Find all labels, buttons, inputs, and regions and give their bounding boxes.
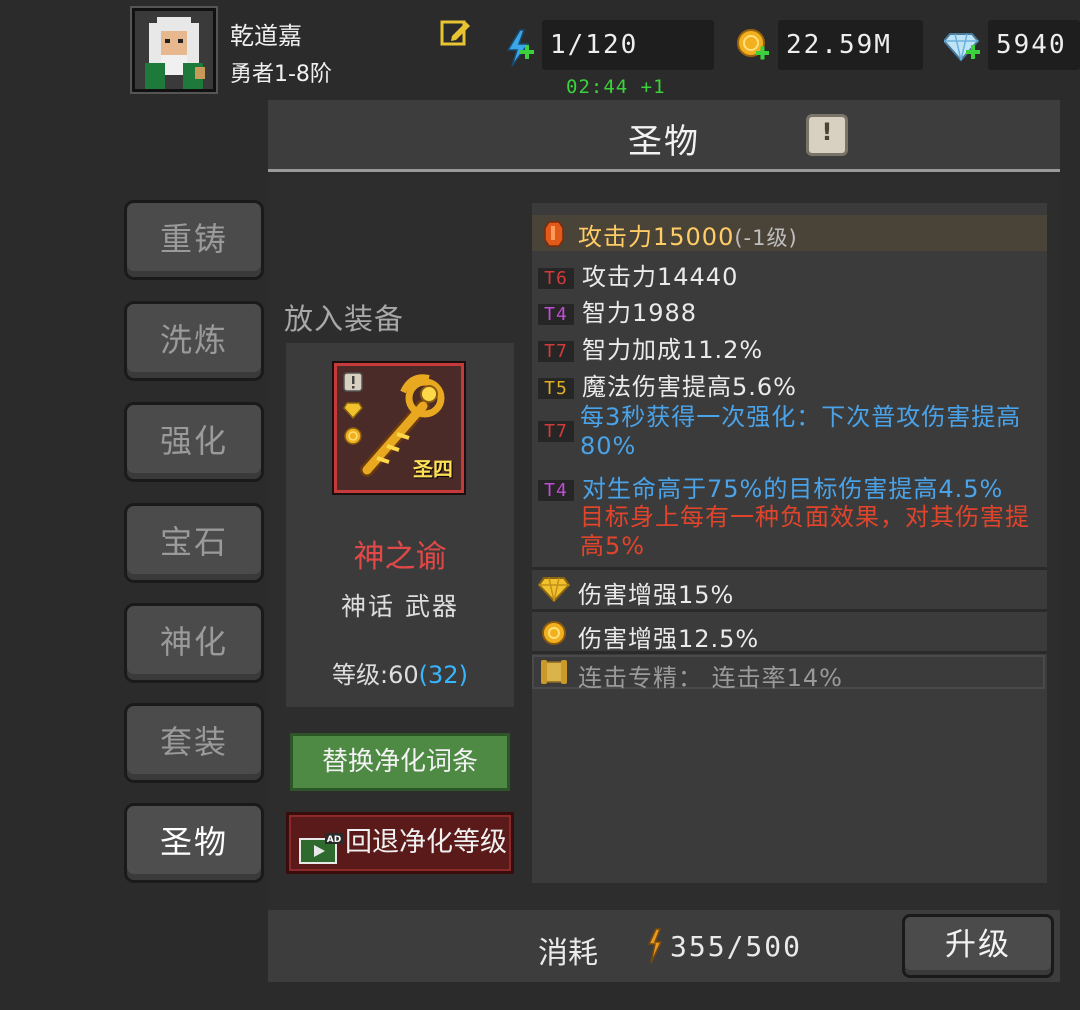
ad-video-icon: AD <box>299 829 343 864</box>
edit-icon <box>440 20 470 46</box>
special-effect-row: 目标身上每有一种负面效果，对其伤害提高5% <box>532 503 1047 565</box>
affix-text: 魔法伤害提高5.6% <box>582 373 797 401</box>
relic-badge: 圣四 <box>413 457 453 481</box>
tab-refine[interactable]: 洗炼 <box>124 301 264 381</box>
player-rank: 勇者1-8阶 <box>230 62 332 87</box>
svg-text:AD: AD <box>327 835 341 845</box>
affix-text: 攻击力14440 <box>582 263 739 291</box>
main-stat-text: 攻击力15000 <box>578 223 735 251</box>
cost-value: 355/500 <box>670 930 803 963</box>
gold-coin-small-icon <box>542 621 566 645</box>
item-type: 神话 武器 <box>341 592 459 621</box>
put-equipment-label: 放入装备 <box>284 302 405 336</box>
replace-affix-button[interactable]: 替换净化词条 <box>290 733 510 791</box>
affix-row: T6 攻击力14440 <box>532 257 1047 292</box>
tier-badge: T6 <box>538 267 574 289</box>
main-stat-row: 攻击力15000(-1级) <box>532 215 1047 251</box>
panel-header: 圣物 <box>268 100 1060 172</box>
tier-badge: T4 <box>538 303 574 325</box>
energy-timer: 02:44 +1 <box>566 76 666 98</box>
item-slot[interactable]: 圣四 <box>332 361 466 495</box>
affix-row: T4 智力1988 <box>532 293 1047 328</box>
special-effect-text: 目标身上每有一种负面效果，对其伤害提高5% <box>580 503 1030 560</box>
diamond-icon[interactable] <box>942 28 980 62</box>
player-avatar[interactable] <box>132 8 216 92</box>
hero-portrait-icon <box>135 11 213 89</box>
tab-relic[interactable]: 圣物 <box>124 803 264 883</box>
affix-row: T4 对生命高于75%的目标伤害提高4.5% <box>532 469 1047 504</box>
affix-text: 智力1988 <box>582 299 698 327</box>
energy-icon[interactable] <box>502 28 536 67</box>
item-level: 等级:60(32) <box>286 655 514 690</box>
gold-gem-icon <box>538 577 570 602</box>
item-card: 圣四 神之谕 神话 武器 等级:60(32) <box>286 343 514 707</box>
revert-level-button[interactable]: AD 回退净化等级 <box>286 812 514 874</box>
tab-deify[interactable]: 神化 <box>124 603 264 683</box>
ruby-icon <box>544 221 564 247</box>
stats-panel: 攻击力15000(-1级) T6 攻击力14440 T4 智力1988 T7 智力加成… <box>532 203 1047 883</box>
tier-badge: T7 <box>538 421 574 442</box>
tab-set[interactable]: 套装 <box>124 703 264 783</box>
diamond-value: 5940 <box>988 20 1080 70</box>
revert-level-label: 回退净化等级 <box>345 827 507 858</box>
locked-bonus-row: 连击专精： 连击率14% <box>532 655 1045 692</box>
item-level-label: 等级:60 <box>332 661 419 689</box>
energy-value: 1/120 <box>542 20 714 70</box>
scroll-icon <box>541 660 567 684</box>
gem-small-icon <box>343 400 363 420</box>
affix-row: T7 每3秒获得一次强化：下次普攻伤害提高80% <box>532 403 1047 467</box>
tab-recast[interactable]: 重铸 <box>124 200 264 280</box>
affix-text: 每3秒获得一次强化：下次普攻伤害提高80% <box>580 403 1022 460</box>
player-name: 乾道嘉 <box>230 22 302 50</box>
affix-text: 智力加成11.2% <box>582 336 764 364</box>
crystal-shard-icon <box>647 928 663 964</box>
footer-bar: 消耗 355/500 升级 <box>268 910 1060 982</box>
gold-coin-icon[interactable] <box>736 28 770 62</box>
info-button[interactable] <box>806 114 848 156</box>
item-level-bonus: (32) <box>418 661 468 689</box>
coin-bonus-text: 伤害增强12.5% <box>578 625 760 653</box>
affix-text: 对生命高于75%的目标伤害提高4.5% <box>582 475 1004 503</box>
gem-bonus-text: 伤害增强15% <box>578 581 735 609</box>
coin-small-icon <box>343 426 363 446</box>
edit-name-button[interactable] <box>440 18 472 48</box>
affix-row: T5 魔法伤害提高5.6% <box>532 367 1047 402</box>
locked-bonus-text: 连击专精： 连击率14% <box>578 664 843 692</box>
gold-value: 22.59M <box>778 20 923 70</box>
panel-title: 圣物 <box>628 122 700 162</box>
tier-badge: T5 <box>538 377 574 399</box>
main-stat-extra: (-1级) <box>734 226 798 250</box>
tier-badge: T7 <box>538 340 574 362</box>
tab-gem[interactable]: 宝石 <box>124 503 264 583</box>
tab-enhance[interactable]: 强化 <box>124 402 264 482</box>
item-name: 神之谕 <box>353 539 447 575</box>
affix-row: T7 智力加成11.2% <box>532 330 1047 365</box>
upgrade-button[interactable]: 升级 <box>902 914 1054 978</box>
cost-label: 消耗 <box>538 936 598 971</box>
info-small-icon <box>343 372 363 392</box>
tier-badge: T4 <box>538 479 574 501</box>
